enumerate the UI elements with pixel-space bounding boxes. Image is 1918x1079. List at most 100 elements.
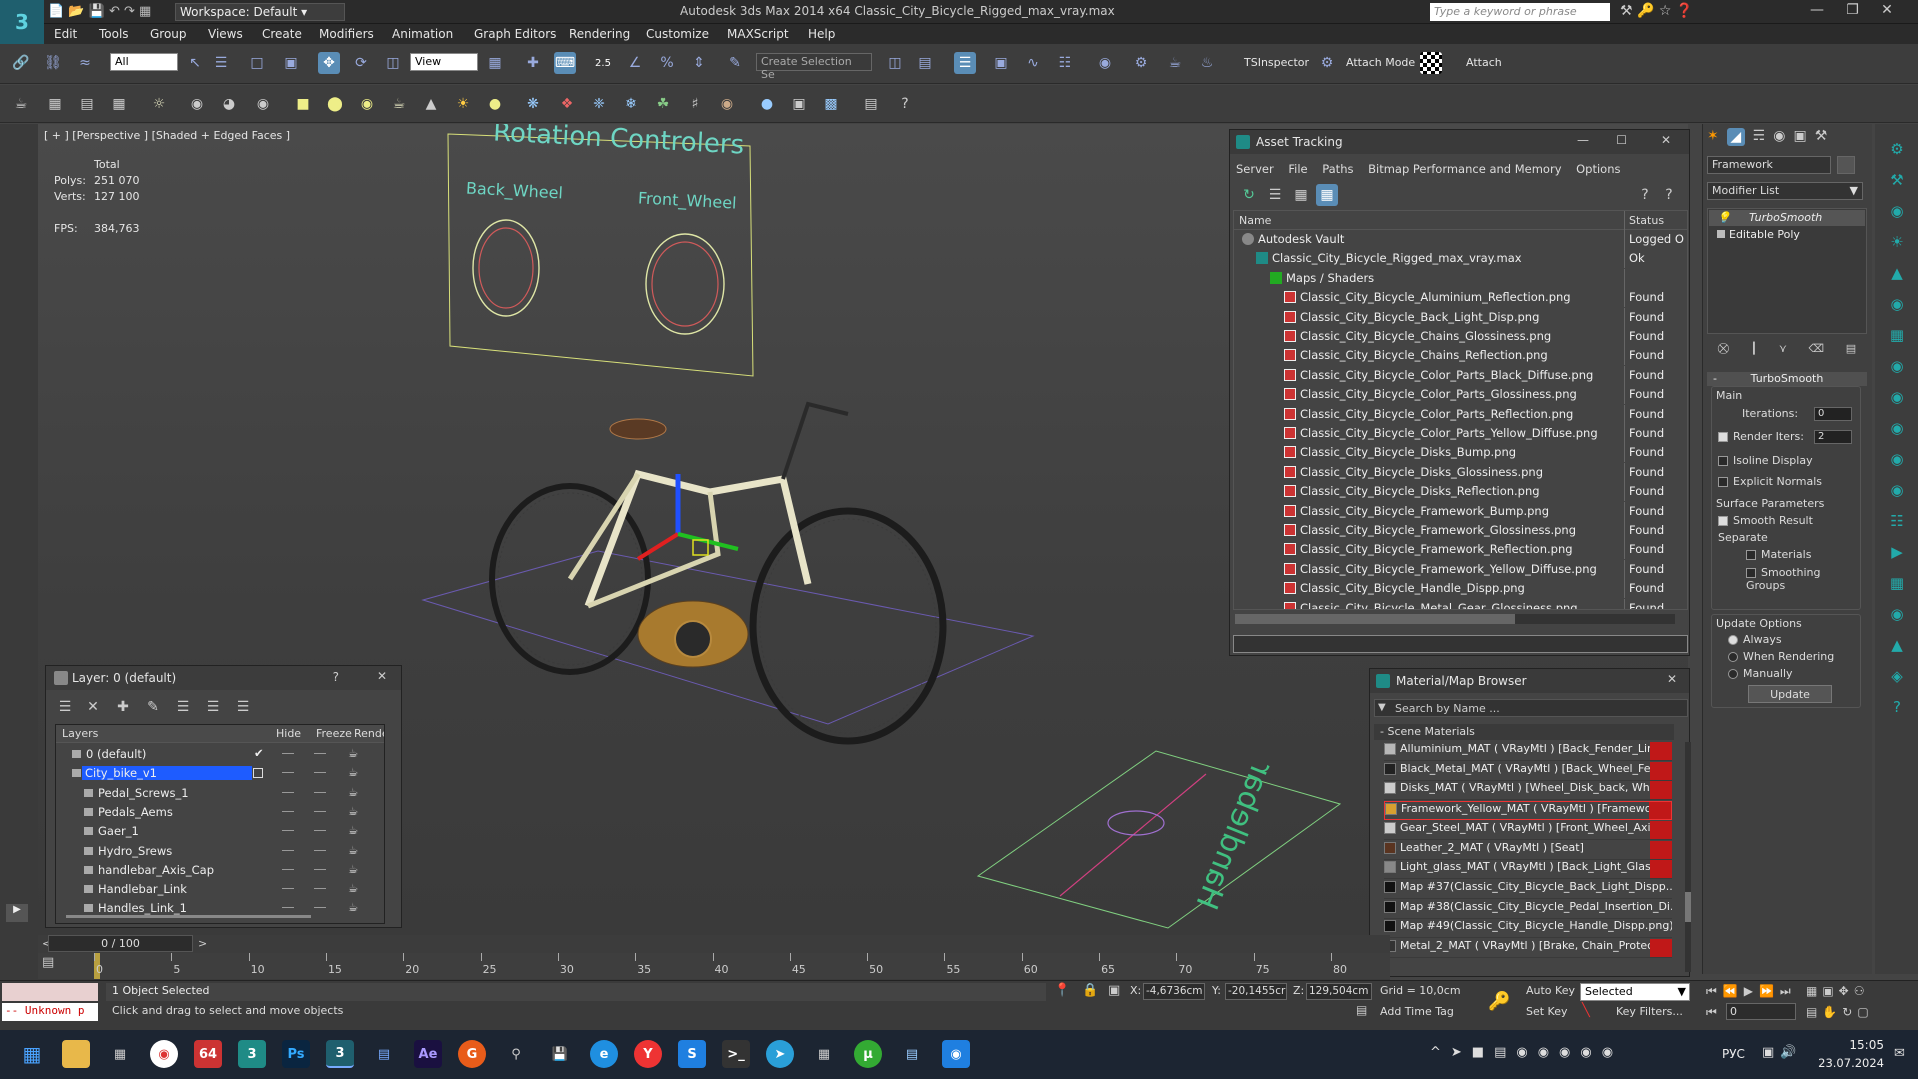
hide-toggle[interactable] bbox=[282, 753, 294, 754]
close-icon[interactable]: ✕ bbox=[1667, 672, 1677, 686]
asset-row[interactable]: Classic_City_Bicycle_Disks_Bump.png Found bbox=[1234, 443, 1687, 463]
grid-icon[interactable]: ▦ bbox=[108, 93, 130, 115]
yandex-icon[interactable]: Y bbox=[634, 1040, 662, 1068]
y-coordinate-field[interactable]: -20,1455cr bbox=[1225, 983, 1287, 1000]
attach-mode-label[interactable]: Attach Mode bbox=[1346, 56, 1415, 69]
front-wheel-tire[interactable] bbox=[749, 507, 947, 745]
layer-row[interactable]: Handlebar_Link ☕ bbox=[56, 880, 374, 899]
smoothing-groups-checkbox[interactable] bbox=[1746, 568, 1756, 578]
asset-row[interactable]: Classic_City_Bicycle_Framework_Yellow_Di… bbox=[1234, 559, 1687, 579]
asset-row[interactable]: Classic_City_Bicycle_Color_Parts_Glossin… bbox=[1234, 385, 1687, 405]
time-slider[interactable]: < 0 / 100 > bbox=[38, 935, 1390, 953]
hide-toggle[interactable] bbox=[282, 849, 294, 851]
material-row[interactable]: Disks_MAT ( VRayMtl ) [Wheel_Disk_back, … bbox=[1384, 781, 1672, 801]
asset-menu-options[interactable]: Options bbox=[1576, 162, 1620, 176]
refresh-icon[interactable]: ↻ bbox=[1238, 184, 1260, 206]
material-row[interactable]: Map #49(Classic_City_Bicycle_Handle_Disp… bbox=[1384, 919, 1672, 939]
stack-item-editable-poly[interactable]: Editable Poly bbox=[1709, 227, 1865, 243]
col-freeze-header[interactable]: Freeze bbox=[316, 727, 352, 740]
pivot-center-icon[interactable]: ▦ bbox=[484, 52, 506, 74]
terminal-icon[interactable]: >_ bbox=[722, 1040, 750, 1068]
maximize-icon[interactable]: ❐ bbox=[1846, 2, 1859, 18]
script-icon[interactable]: ▤ bbox=[860, 93, 882, 115]
grid-view-icon[interactable]: ▦ bbox=[1316, 184, 1338, 206]
input-language[interactable]: РУС bbox=[1722, 1047, 1745, 1061]
notepad-icon[interactable]: ▤ bbox=[370, 1040, 398, 1068]
show-end-result-icon[interactable]: ┃ bbox=[1751, 342, 1758, 362]
material-row[interactable]: Light_glass_MAT ( VRayMtl ) [Back_Light_… bbox=[1384, 860, 1672, 880]
asset-tracking-window[interactable]: Asset Tracking — ☐ ✕ Server File Paths B… bbox=[1229, 129, 1690, 656]
freeze-toggle[interactable] bbox=[314, 772, 326, 774]
reference-coord-dropdown[interactable]: View bbox=[410, 53, 478, 71]
scene-materials-section-header[interactable]: - Scene Materials bbox=[1374, 724, 1674, 740]
file-explorer-icon[interactable] bbox=[62, 1040, 90, 1068]
col-status-header[interactable]: Status bbox=[1629, 214, 1664, 227]
current-frame-field[interactable]: 0 bbox=[1726, 1003, 1796, 1020]
modifier-stack[interactable]: 💡 TurboSmooth Editable Poly bbox=[1707, 208, 1867, 334]
sun-icon[interactable]: ☀ bbox=[452, 93, 474, 115]
material-browser-titlebar[interactable]: Material/Map Browser ✕ bbox=[1370, 669, 1689, 693]
layer-titlebar[interactable]: Layer: 0 (default) ? ✕ bbox=[46, 666, 401, 690]
graphite-ribbon-icon[interactable]: ▣ bbox=[990, 52, 1012, 74]
geosphere-icon[interactable]: ◉ bbox=[356, 93, 378, 115]
hair-icon[interactable]: ♯ bbox=[684, 93, 706, 115]
close-icon[interactable]: ✕ bbox=[377, 669, 387, 683]
menu-edit[interactable]: Edit bbox=[54, 27, 77, 41]
display-tab-icon[interactable]: ▣ bbox=[1794, 128, 1807, 148]
spacewarp-icon[interactable]: ◉ bbox=[252, 93, 274, 115]
photoshop-icon[interactable]: Ps bbox=[282, 1040, 310, 1068]
freeze-toggle[interactable] bbox=[314, 907, 326, 909]
render-iters-row[interactable]: Render Iters: bbox=[1718, 430, 1804, 443]
asset-row[interactable]: Maps / Shaders bbox=[1234, 268, 1687, 288]
layer-row[interactable]: Hydro_Srews ☕ bbox=[56, 842, 374, 861]
menu-graph-editors[interactable]: Graph Editors bbox=[474, 27, 556, 41]
smooth-result-checkbox[interactable] bbox=[1718, 516, 1728, 526]
unlink-icon[interactable]: ⛓ bbox=[42, 52, 64, 74]
add-time-tag-icon[interactable]: ▤ bbox=[1356, 1003, 1367, 1017]
sphere-render-icon[interactable]: ● bbox=[756, 93, 778, 115]
playback-controls[interactable]: ⏮⏪▶⏩⏭ bbox=[1706, 984, 1797, 999]
select-rotate-icon[interactable]: ⟳ bbox=[350, 52, 372, 74]
mirror-icon[interactable]: ◫ bbox=[884, 52, 906, 74]
hide-toggle[interactable] bbox=[282, 907, 294, 909]
material-v-scroll-thumb[interactable] bbox=[1685, 892, 1691, 922]
render-region-icon[interactable]: ▩ bbox=[820, 93, 842, 115]
percent-snap-icon[interactable]: % bbox=[656, 52, 678, 74]
handlebar[interactable] bbox=[781, 401, 849, 480]
motion-tab-icon[interactable]: ◉ bbox=[1773, 128, 1785, 148]
set-key-button[interactable]: Set Key bbox=[1526, 1005, 1568, 1018]
attach-label[interactable]: Attach bbox=[1466, 56, 1502, 69]
menu-maxscript[interactable]: MAXScript bbox=[727, 27, 789, 41]
asset-row[interactable]: Classic_City_Bicycle_Color_Parts_Black_D… bbox=[1234, 365, 1687, 385]
menu-tools[interactable]: Tools bbox=[99, 27, 129, 41]
torrent-icon[interactable]: μ bbox=[854, 1040, 882, 1068]
manually-radio[interactable] bbox=[1728, 669, 1738, 679]
material-row[interactable]: Framework_Yellow_MAT ( VRayMtl ) [Framew… bbox=[1384, 801, 1672, 821]
hide-toggle[interactable] bbox=[282, 810, 294, 812]
select-scale-icon[interactable]: ◫ bbox=[382, 52, 404, 74]
selection-lock-icon[interactable]: 🔒 bbox=[1082, 983, 1098, 998]
material-editor-icon[interactable]: ◉ bbox=[1094, 52, 1116, 74]
chrome-icon[interactable]: ◉ bbox=[150, 1040, 178, 1068]
col-divider[interactable] bbox=[1624, 211, 1625, 230]
freeze-toggle[interactable] bbox=[314, 791, 326, 793]
asset-row[interactable]: Classic_City_Bicycle_Framework_Reflectio… bbox=[1234, 540, 1687, 560]
system-tray-icons[interactable]: ^➤■▤◉◉◉◉◉ bbox=[1430, 1045, 1623, 1060]
layer-row[interactable]: Pedal_Screws_1 ☕ bbox=[56, 784, 374, 803]
layer-row[interactable]: City_bike_v1 ☕ bbox=[56, 764, 374, 783]
menu-group[interactable]: Group bbox=[150, 27, 187, 41]
hierarchy-tab-icon[interactable]: ☴ bbox=[1753, 128, 1766, 148]
key-mode-dropdown[interactable]: Selected ▼ bbox=[1580, 983, 1690, 1001]
when-rendering-row[interactable]: When Rendering bbox=[1728, 650, 1834, 663]
layer-row[interactable]: Pedals_Aems ☕ bbox=[56, 803, 374, 822]
set-key-icon[interactable]: 🔑 bbox=[1488, 991, 1510, 1012]
hide-toggle[interactable] bbox=[282, 830, 294, 832]
manually-row[interactable]: Manually bbox=[1728, 667, 1793, 680]
light-icon[interactable]: ☼ bbox=[148, 93, 170, 115]
back-wheel-controller-inner[interactable] bbox=[478, 227, 534, 309]
list-view-icon[interactable]: ☰ bbox=[1264, 184, 1286, 206]
rect-selection-icon[interactable]: □ bbox=[246, 52, 268, 74]
material-row[interactable]: Gear_Steel_MAT ( VRayMtl ) [Front_Wheel_… bbox=[1384, 820, 1672, 840]
help-icon[interactable]: ? bbox=[333, 670, 339, 684]
proxy-icon[interactable]: ❄ bbox=[620, 93, 642, 115]
